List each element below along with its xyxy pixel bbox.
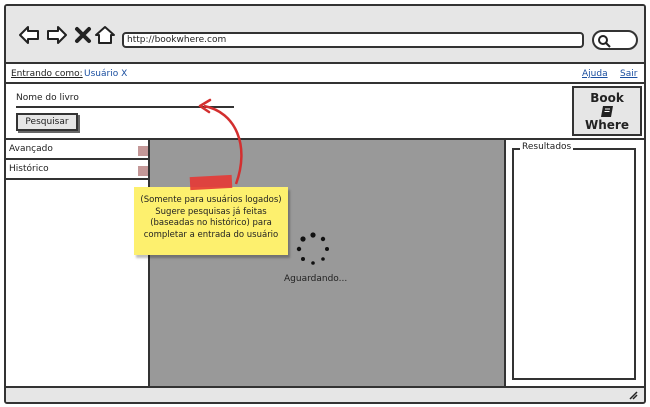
sticky-note: (Somente para usuários logados) Sugere p… <box>134 187 288 255</box>
sidebar-item-advanced[interactable]: Avançado <box>6 140 148 160</box>
search-button[interactable]: Pesquisar <box>16 113 78 131</box>
logged-in-label: Entrando como: <box>11 69 83 79</box>
book-where-logo: Book Where <box>572 86 642 136</box>
back-icon[interactable] <box>18 24 40 46</box>
address-bar[interactable]: http://bookwhere.com <box>122 32 584 48</box>
sidebar-item-label: Avançado <box>9 144 53 154</box>
help-link[interactable]: Ajuda <box>582 69 608 79</box>
browser-toolbar: http://bookwhere.com <box>6 6 644 64</box>
sticky-tape <box>189 174 233 191</box>
results-box <box>512 148 636 380</box>
waiting-text: Aguardando... <box>284 274 348 284</box>
results-panel: Resultados <box>504 140 644 386</box>
expand-icon[interactable] <box>138 166 148 176</box>
book-name-input[interactable]: Nome do livro <box>16 93 79 103</box>
sidebar-item-history[interactable]: Histórico <box>6 160 148 180</box>
resize-handle-icon[interactable] <box>628 390 638 400</box>
search-area: Nome do livro Pesquisar Book Where <box>6 84 644 140</box>
logout-link[interactable]: Sair <box>620 69 637 79</box>
sidebar-item-label: Histórico <box>9 164 49 174</box>
status-bar <box>6 386 644 402</box>
loading-spinner-icon <box>296 232 329 265</box>
user-bar: Entrando como: Usuário X Ajuda Sair <box>6 64 644 84</box>
home-icon[interactable] <box>94 24 116 46</box>
user-name[interactable]: Usuário X <box>84 69 127 79</box>
stop-icon[interactable] <box>72 24 94 46</box>
browser-search-field[interactable] <box>592 30 638 50</box>
left-sidebar: Avançado Histórico <box>6 140 150 386</box>
browser-window: http://bookwhere.com Entrando como: Usuá… <box>4 4 646 404</box>
logo-line-2: Where <box>585 118 629 132</box>
results-title: Resultados <box>520 142 574 152</box>
forward-icon[interactable] <box>46 24 68 46</box>
search-icon <box>598 35 611 48</box>
expand-icon[interactable] <box>138 146 148 156</box>
book-icon <box>601 106 613 117</box>
logo-line-1: Book <box>590 91 624 105</box>
